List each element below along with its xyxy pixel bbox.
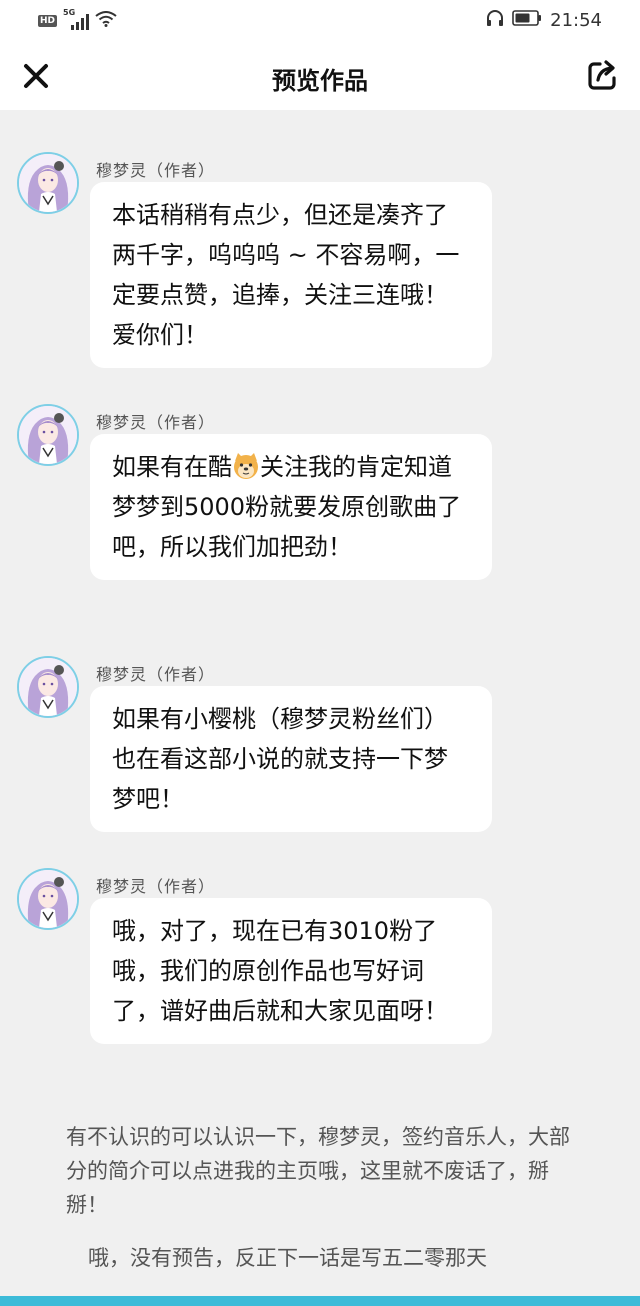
wifi-icon: [95, 11, 117, 31]
signal-icon: 5G: [63, 8, 90, 30]
share-icon: [588, 60, 616, 90]
page-title: 预览作品: [272, 67, 368, 95]
author-name: 穆梦灵（作者）: [96, 413, 216, 432]
hd-badge: HD: [38, 15, 58, 27]
author-avatar[interactable]: [17, 152, 79, 214]
message-bubble: 哦，对了，现在已有3010粉了哦，我们的原创作品也写好词了，谱好曲后就和大家见面…: [90, 898, 492, 1044]
status-right: 21:54: [486, 9, 602, 31]
paragraph-text: 哦，没有预告，反正下一话是写五二零那天: [88, 1246, 487, 1270]
share-button[interactable]: [586, 58, 620, 92]
paragraph-text: 有不认识的可以认识一下，穆梦灵，签约音乐人，大部分的简介可以点进我的主页哦，这里…: [66, 1125, 570, 1217]
message-bubble: 本话稍稍有点少，但还是凑齐了两千字，呜呜呜 ~ 不容易啊，一定要点赞，追捧，关注…: [90, 182, 492, 368]
author-avatar[interactable]: [17, 404, 79, 466]
author-avatar[interactable]: [17, 868, 79, 930]
author-name: 穆梦灵（作者）: [96, 161, 216, 180]
battery-icon: [512, 10, 542, 30]
app-header: 预览作品: [0, 42, 640, 110]
clock: 21:54: [550, 9, 602, 31]
status-left: HD 5G: [38, 8, 117, 31]
chat-content[interactable]: 穆梦灵（作者） 本话稍稍有点少，但还是凑齐了两千字，呜呜呜 ~ 不容易啊，一定要…: [0, 110, 640, 1296]
doge-emoji-icon: [234, 453, 258, 479]
author-name: 穆梦灵（作者）: [96, 877, 216, 896]
scroll-fade: [280, 106, 360, 114]
message-bubble: 如果有小樱桃（穆梦灵粉丝们）也在看这部小说的就支持一下梦梦吧！: [90, 686, 492, 832]
author-name: 穆梦灵（作者）: [96, 665, 216, 684]
author-avatar[interactable]: [17, 656, 79, 718]
status-bar: HD 5G 21:54: [0, 0, 640, 42]
bottom-accent-bar: [0, 1296, 640, 1306]
message-text: 如果有在酷: [112, 453, 232, 481]
message-bubble: 如果有在酷 关注我的肯定知道梦梦到5000粉就要发原创歌曲了吧，所以我们加把劲！: [90, 434, 492, 580]
headphones-icon: [486, 9, 504, 31]
